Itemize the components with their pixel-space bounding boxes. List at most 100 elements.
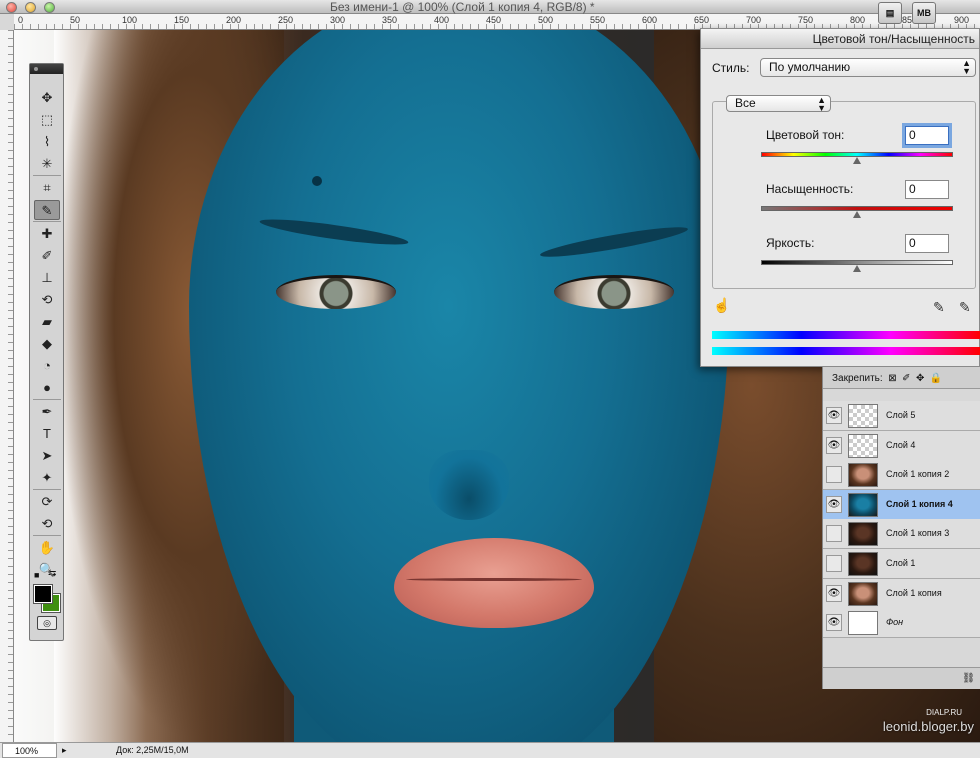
ruler-tick-label: 800 [850,15,866,25]
pen-tool[interactable]: ✒ [34,402,60,422]
eraser-tool[interactable]: ▰ [34,312,60,332]
layer-row[interactable]: 👁 Слой 4 [823,430,980,461]
layer-visibility-eye-icon[interactable] [826,525,842,543]
saturation-label: Насыщенность: [766,182,854,196]
ruler-tick-label: 550 [590,15,606,25]
zoom-window-button[interactable] [44,2,55,13]
minimize-window-button[interactable] [25,2,36,13]
eyedropper-icon[interactable]: ✎ [933,299,945,316]
watermark-site: DIALP.RU [926,708,962,717]
move-tool[interactable]: ✥ [34,88,60,108]
lightness-label: Яркость: [766,236,815,250]
ruler-tick-label: 700 [746,15,762,25]
healing-tool[interactable]: ✚ [34,224,60,244]
style-select-value: По умолчанию [769,60,851,74]
photo-nose [429,450,509,520]
ruler-tick-label: 650 [694,15,710,25]
3d-rotate-tool[interactable]: ⟳ [34,492,60,512]
layer-visibility-eye-icon[interactable]: 👁 [826,495,842,513]
layer-visibility-eye-icon[interactable] [826,466,842,484]
lightness-input[interactable]: 0 [905,234,949,253]
layer-row[interactable]: 👁 Фон [823,608,980,639]
blur-tool[interactable]: ◔ [34,356,60,376]
layer-row[interactable]: 👁 Слой 1 копия [823,578,980,609]
style-select[interactable]: По умолчанию ▲ ▼ [760,58,976,77]
saturation-slider-thumb[interactable] [853,211,861,218]
link-layers-icon[interactable]: ⛓ [962,673,975,684]
lasso-tool[interactable]: ⌇ [34,132,60,152]
targeted-adjustment-hand-icon[interactable]: ☝ [713,297,730,314]
layer-visibility-eye-icon[interactable]: 👁 [826,436,842,454]
layer-visibility-eye-icon[interactable]: 👁 [826,614,842,632]
layer-visibility-eye-icon[interactable]: 👁 [826,584,842,602]
photo-lips-line [406,578,582,581]
type-tool[interactable]: T [34,424,60,444]
layer-row[interactable]: Слой 1 копия 2 [823,460,980,491]
stamp-tool[interactable]: ⊥ [34,268,60,288]
3d-orbit-tool[interactable]: ⟲ [34,514,60,534]
lock-row: Закрепить: ⊠ ✐ ✥ 🔒 [823,367,980,389]
zoom-tool[interactable]: 🔍 [34,560,60,580]
lock-all-icon[interactable]: 🔒 [930,373,942,384]
lock-position-icon[interactable]: ✥ [916,373,924,384]
layer-visibility-eye-icon[interactable]: 👁 [826,407,842,424]
layer-name: Слой 1 копия 3 [886,528,950,539]
layer-row[interactable]: 👁 Слой 5 [823,401,980,431]
tools-panel-header[interactable] [30,64,63,74]
lock-pixels-icon[interactable]: ✐ [902,373,910,384]
tool-separator [33,535,61,536]
close-window-button[interactable] [6,2,17,13]
layer-name: Слой 4 [886,439,916,450]
document-title: Без имени-1 @ 100% (Слой 1 копия 4, RGB/… [330,0,595,14]
saturation-input[interactable]: 0 [905,180,949,199]
style-label: Стиль: [712,61,750,75]
layer-row[interactable]: Слой 1 копия 3 [823,519,980,550]
photo-eye-left [276,275,396,309]
quick-mask-button[interactable]: ◎ [37,616,57,630]
status-menu-icon[interactable]: ▸ [62,743,67,757]
layer-thumbnail [848,404,878,428]
foreground-color-swatch[interactable] [33,584,53,604]
hand-tool[interactable]: ✋ [34,538,60,558]
ruler-tick-label: 0 [18,15,24,25]
tools-panel: ■ ⇆ ◎ ✥ ⬚ ⌇ ✳ ⌗ ✎ ✚ ✐ ⊥ ⟲ ▰ ◆ ◔ ● ✒ T ➤ ✦ ⟳ ⟲ ✋ 🔍 [29,63,64,641]
eyedropper-tool[interactable]: ✎ [34,200,60,220]
layer-thumbnail [848,552,878,576]
crop-tool[interactable]: ⌗ [34,178,60,198]
eyedropper-plus-icon[interactable]: ✎ [959,299,971,316]
shape-tool[interactable]: ✦ [34,468,60,488]
brush-tool[interactable]: ✐ [34,246,60,266]
output-color-bar [712,347,980,355]
zoom-field[interactable]: 100% [2,743,57,758]
layer-row[interactable]: 👁 Слой 1 копия 4 [823,489,980,520]
panel-toggle-button[interactable]: ▤ [878,2,902,24]
photo-eye-right [554,275,674,309]
ruler-tick-label: 750 [798,15,814,25]
layer-visibility-eye-icon[interactable] [826,555,842,572]
layer-thumbnail [848,463,878,488]
path-select-tool[interactable]: ➤ [34,446,60,466]
ruler-tick-label: 900 [954,15,970,25]
hue-input[interactable]: 0 [902,123,952,148]
tool-separator [33,175,61,176]
photo-face [189,30,729,742]
hue-slider-thumb[interactable] [853,157,861,164]
dialog-title[interactable]: Цветовой тон/Насыщенность [701,29,979,49]
lightness-slider-thumb[interactable] [853,265,861,272]
dodge-tool[interactable]: ● [34,378,60,398]
layers-panel-footer: ⛓ [823,667,980,689]
layer-thumbnail [848,581,878,606]
layer-name: Слой 1 копия [886,587,942,598]
layer-row[interactable]: Слой 1 [823,549,980,579]
ruler-tick-label: 50 [70,15,81,25]
photo-mole [312,176,322,186]
magic-wand-tool[interactable]: ✳ [34,154,60,174]
marquee-tool[interactable]: ⬚ [34,110,60,130]
input-color-bar [712,331,980,339]
history-brush-tool[interactable]: ⟲ [34,290,60,310]
mini-bridge-button[interactable]: MB [912,2,936,24]
channel-select[interactable]: Все ▲ ▼ [726,95,831,113]
bucket-tool[interactable]: ◆ [34,334,60,354]
ruler-tick-label: 400 [434,15,450,25]
lock-transparency-icon[interactable]: ⊠ [888,373,896,384]
